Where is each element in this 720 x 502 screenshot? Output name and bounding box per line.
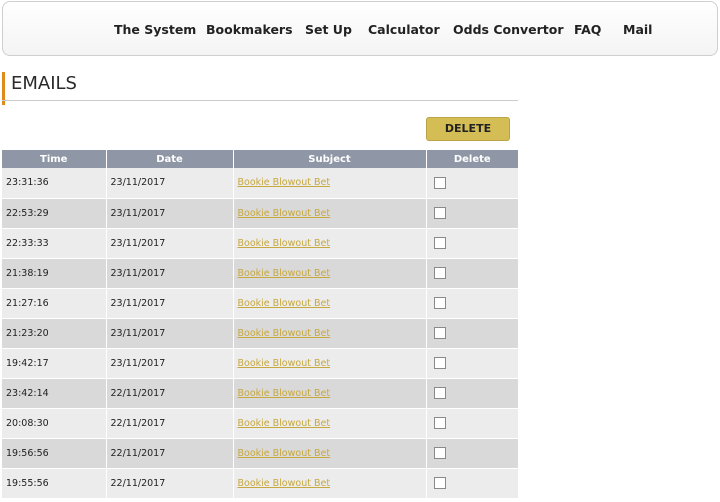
delete-checkbox[interactable]: [433, 357, 446, 369]
table-row: 23:42:14 22/11/2017 Bookie Blowout Bet: [2, 378, 518, 409]
nav-item-odds-convertor[interactable]: Odds Convertor: [453, 22, 564, 37]
subject-cell: Bookie Blowout Bet: [233, 438, 427, 469]
subject-link[interactable]: Bookie Blowout Bet: [238, 298, 331, 309]
subject-link[interactable]: Bookie Blowout Bet: [238, 388, 331, 399]
delete-cell: [426, 198, 518, 229]
nav-item-set-up[interactable]: Set Up: [305, 22, 352, 37]
delete-cell: [426, 318, 518, 349]
delete-cell: [426, 438, 518, 469]
column-header-subject: Subject: [233, 150, 427, 168]
delete-cell: [426, 378, 518, 409]
column-header-delete: Delete: [426, 150, 518, 168]
date-cell: 23/11/2017: [106, 198, 234, 229]
subject-cell: Bookie Blowout Bet: [233, 288, 427, 319]
time-cell: 21:38:19: [2, 258, 107, 289]
emails-table: Time Date Subject Delete 23:31:36 23/11/…: [2, 150, 518, 499]
date-cell: 22/11/2017: [106, 468, 234, 499]
time-cell: 20:08:30: [2, 408, 107, 439]
time-cell: 19:42:17: [2, 348, 107, 379]
delete-checkbox[interactable]: [433, 207, 446, 219]
subject-cell: Bookie Blowout Bet: [233, 468, 427, 499]
time-cell: 23:31:36: [2, 168, 107, 199]
top-navigation-bar: The System Bookmakers Set Up Calculator …: [2, 1, 718, 56]
delete-cell: [426, 228, 518, 259]
time-cell: 22:33:33: [2, 228, 107, 259]
time-cell: 22:53:29: [2, 198, 107, 229]
delete-cell: [426, 468, 518, 499]
nav-item-calculator[interactable]: Calculator: [368, 22, 440, 37]
table-row: 20:08:30 22/11/2017 Bookie Blowout Bet: [2, 408, 518, 439]
subject-link[interactable]: Bookie Blowout Bet: [238, 208, 331, 219]
table-header-row: Time Date Subject Delete: [2, 150, 518, 168]
subject-cell: Bookie Blowout Bet: [233, 168, 427, 199]
table-row: 22:53:29 23/11/2017 Bookie Blowout Bet: [2, 198, 518, 229]
delete-checkbox[interactable]: [433, 387, 446, 399]
subject-link[interactable]: Bookie Blowout Bet: [238, 328, 331, 339]
delete-checkbox[interactable]: [433, 447, 446, 459]
table-row: 19:42:17 23/11/2017 Bookie Blowout Bet: [2, 348, 518, 379]
delete-cell: [426, 288, 518, 319]
delete-checkbox[interactable]: [433, 297, 446, 309]
subject-link[interactable]: Bookie Blowout Bet: [238, 238, 331, 249]
table-row: 21:23:20 23/11/2017 Bookie Blowout Bet: [2, 318, 518, 349]
table-row: 21:27:16 23/11/2017 Bookie Blowout Bet: [2, 288, 518, 319]
subject-cell: Bookie Blowout Bet: [233, 348, 427, 379]
delete-checkbox[interactable]: [433, 267, 446, 279]
date-cell: 23/11/2017: [106, 168, 234, 199]
time-cell: 21:27:16: [2, 288, 107, 319]
column-header-time: Time: [2, 150, 107, 168]
delete-button[interactable]: DELETE: [426, 117, 510, 141]
delete-cell: [426, 348, 518, 379]
subject-link[interactable]: Bookie Blowout Bet: [238, 358, 331, 369]
table-row: 23:31:36 23/11/2017 Bookie Blowout Bet: [2, 168, 518, 199]
date-cell: 22/11/2017: [106, 378, 234, 409]
date-cell: 23/11/2017: [106, 318, 234, 349]
subject-link[interactable]: Bookie Blowout Bet: [238, 268, 331, 279]
subject-link[interactable]: Bookie Blowout Bet: [238, 177, 331, 188]
date-cell: 22/11/2017: [106, 438, 234, 469]
subject-link[interactable]: Bookie Blowout Bet: [238, 418, 331, 429]
subject-cell: Bookie Blowout Bet: [233, 228, 427, 259]
delete-cell: [426, 408, 518, 439]
delete-checkbox[interactable]: [433, 176, 446, 189]
time-cell: 21:23:20: [2, 318, 107, 349]
date-cell: 23/11/2017: [106, 348, 234, 379]
nav-item-bookmakers[interactable]: Bookmakers: [206, 22, 293, 37]
subject-cell: Bookie Blowout Bet: [233, 198, 427, 229]
subject-cell: Bookie Blowout Bet: [233, 318, 427, 349]
date-cell: 23/11/2017: [106, 288, 234, 319]
delete-checkbox[interactable]: [433, 477, 446, 489]
subject-link[interactable]: Bookie Blowout Bet: [238, 478, 331, 489]
delete-checkbox[interactable]: [433, 327, 446, 339]
date-cell: 23/11/2017: [106, 228, 234, 259]
time-cell: 19:55:56: [2, 468, 107, 499]
time-cell: 23:42:14: [2, 378, 107, 409]
table-row: 19:56:56 22/11/2017 Bookie Blowout Bet: [2, 438, 518, 469]
subject-cell: Bookie Blowout Bet: [233, 408, 427, 439]
time-cell: 19:56:56: [2, 438, 107, 469]
column-header-date: Date: [106, 150, 234, 168]
delete-checkbox[interactable]: [433, 417, 446, 429]
table-row: 19:55:56 22/11/2017 Bookie Blowout Bet: [2, 468, 518, 499]
nav-item-faq[interactable]: FAQ: [574, 22, 601, 37]
delete-cell: [426, 168, 518, 199]
delete-cell: [426, 258, 518, 289]
subject-cell: Bookie Blowout Bet: [233, 378, 427, 409]
table-row: 21:38:19 23/11/2017 Bookie Blowout Bet: [2, 258, 518, 289]
subject-link[interactable]: Bookie Blowout Bet: [238, 448, 331, 459]
delete-checkbox[interactable]: [433, 237, 446, 249]
nav-item-mail[interactable]: Mail: [623, 22, 652, 37]
date-cell: 22/11/2017: [106, 408, 234, 439]
table-row: 22:33:33 23/11/2017 Bookie Blowout Bet: [2, 228, 518, 259]
nav-item-the-system[interactable]: The System: [114, 22, 196, 37]
subject-cell: Bookie Blowout Bet: [233, 258, 427, 289]
title-divider: [2, 100, 518, 101]
date-cell: 23/11/2017: [106, 258, 234, 289]
